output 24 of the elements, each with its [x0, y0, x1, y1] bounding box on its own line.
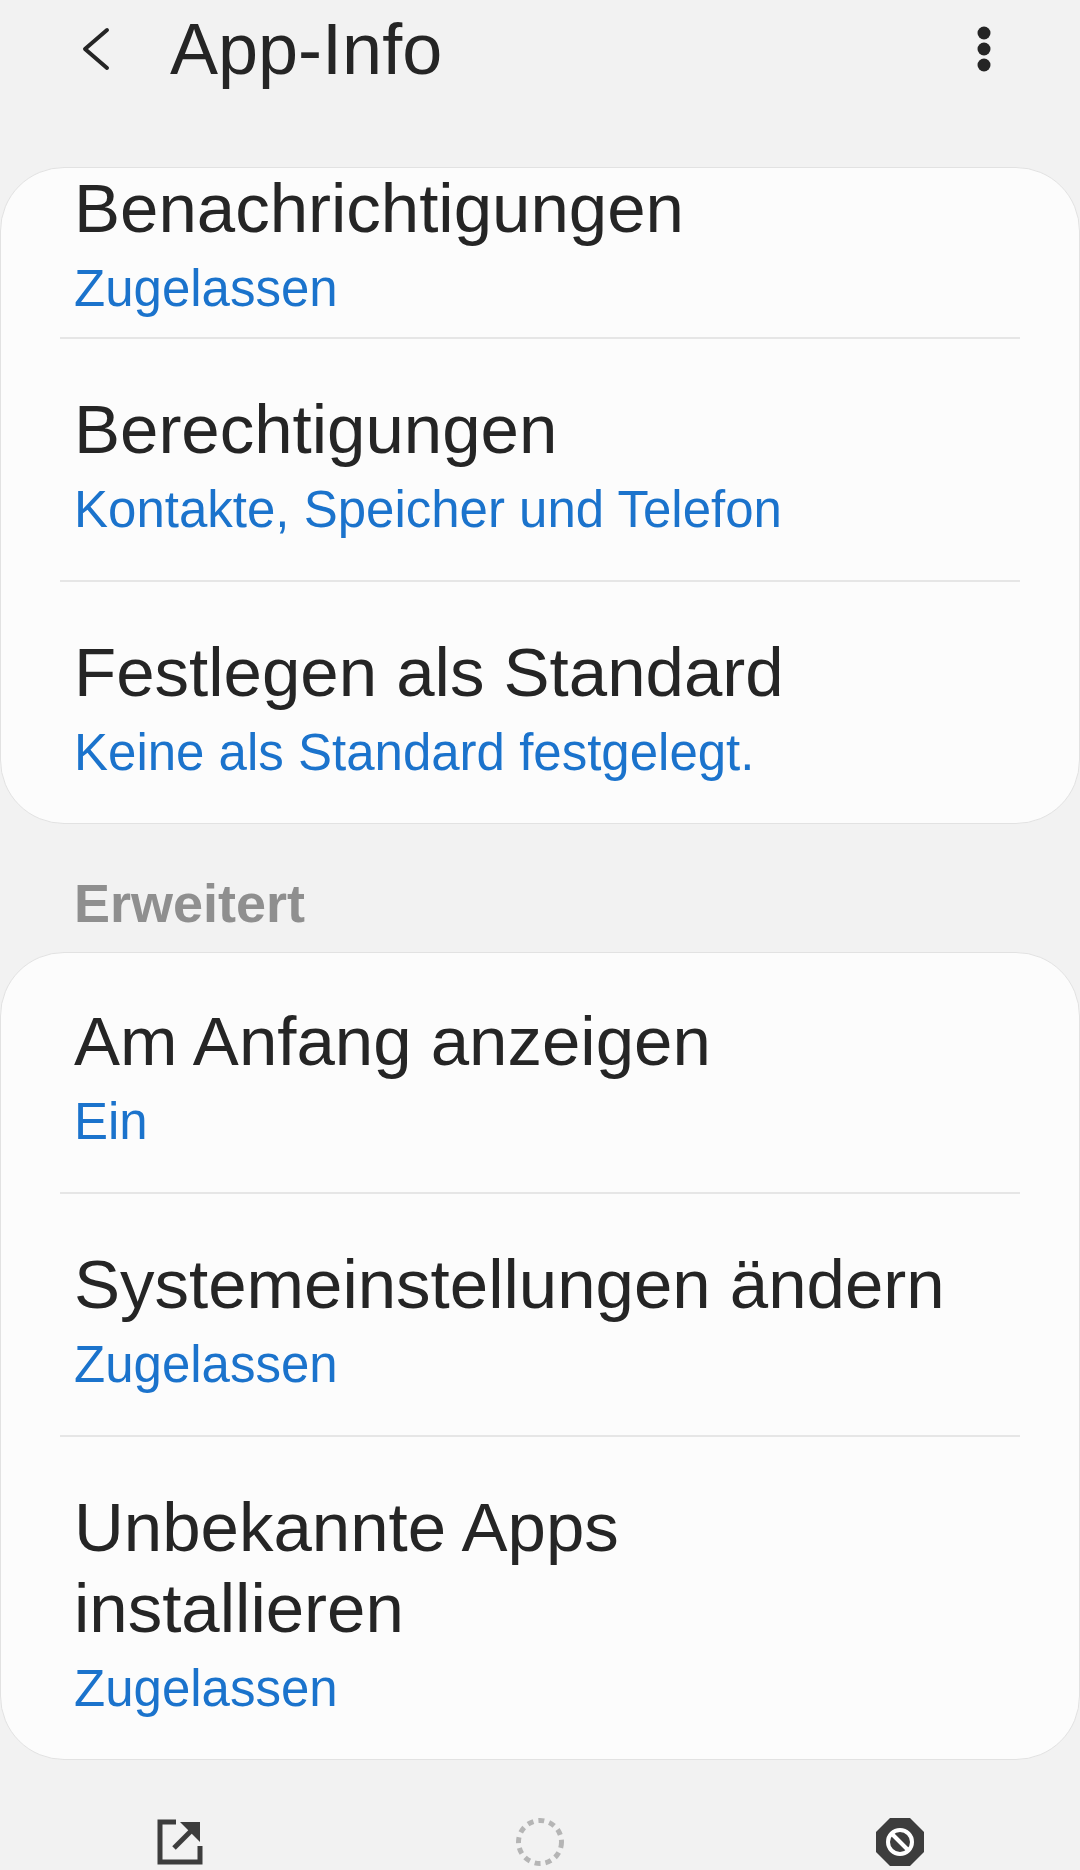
setting-title: Systemeinstellungen ändern [74, 1245, 945, 1325]
open-external-icon[interactable] [156, 1818, 204, 1866]
setting-title: Benachrichtigungen [74, 169, 684, 249]
setting-title: Berechtigungen [74, 390, 558, 470]
setting-title: Am Anfang anzeigen [74, 1002, 711, 1082]
settings-item[interactable]: Festlegen als Standard Keine als Standard festgelegt. [1, 582, 1079, 823]
settings-item[interactable]: Unbekannte Apps installieren Zugelassen [1, 1437, 1079, 1759]
section-heading: Erweitert [73, 872, 307, 935]
setting-value: Zugelassen [74, 259, 338, 319]
more-options-icon[interactable] [977, 26, 991, 72]
screen-title: App-Info [170, 8, 444, 91]
settings-item[interactable]: Benachrichtigungen Zugelassen [1, 168, 1079, 337]
setting-value: Zugelassen [74, 1659, 338, 1719]
back-icon[interactable] [81, 27, 110, 71]
setting-value: Zugelassen [74, 1335, 338, 1395]
settings-item[interactable]: Am Anfang anzeigen Ein [1, 953, 1079, 1192]
setting-value: Kontakte, Speicher und Telefon [74, 480, 782, 540]
setting-value: Ein [74, 1092, 148, 1152]
settings-item[interactable]: Systemeinstellungen ändern Zugelassen [1, 1194, 1079, 1435]
setting-title: Festlegen als Standard [74, 633, 784, 713]
settings-item[interactable]: Berechtigungen Kontakte, Speicher und Telefon [1, 339, 1079, 580]
stop-sign-icon[interactable] [876, 1818, 924, 1866]
setting-title: Unbekannte Apps installieren [74, 1488, 620, 1649]
setting-value: Keine als Standard festgelegt. [74, 723, 755, 783]
